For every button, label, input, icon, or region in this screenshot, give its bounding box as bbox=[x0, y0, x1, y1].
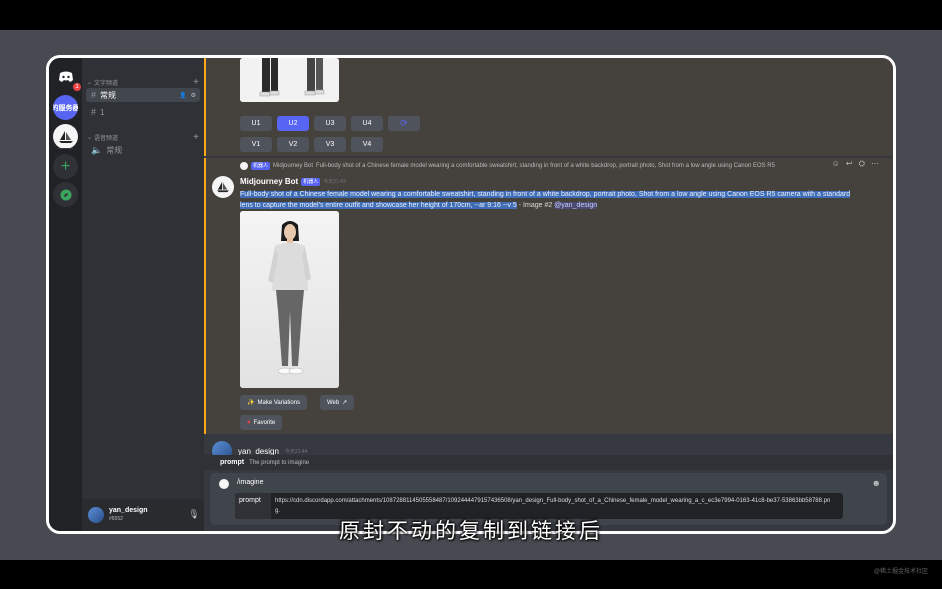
add-channel-icon[interactable]: + bbox=[193, 77, 199, 88]
web-button[interactable]: Web ↗ bbox=[320, 395, 355, 410]
u1-button[interactable]: U1 bbox=[240, 116, 272, 131]
server-rail: 1 的服务器 + bbox=[49, 58, 82, 531]
add-channel-icon[interactable]: + bbox=[193, 132, 199, 143]
chat-area: U1 U2 U3 U4 ⟳ V1 V2 V3 V4 机器人 Midjourney… bbox=[204, 58, 893, 531]
generated-image-grid[interactable] bbox=[240, 58, 339, 102]
apps-icon[interactable]: ⛭ bbox=[859, 159, 865, 169]
message-content: Full-body shot of a Chinese female model… bbox=[240, 191, 851, 209]
explore-servers-icon[interactable] bbox=[53, 182, 78, 207]
upscale-buttons: U1 U2 U3 U4 ⟳ bbox=[240, 116, 420, 131]
add-server-icon[interactable]: + bbox=[53, 154, 78, 179]
hash-icon: # bbox=[91, 90, 97, 100]
server-icon-mine[interactable]: 的服务器 bbox=[53, 95, 78, 120]
user-mention[interactable]: @yan_design bbox=[554, 202, 598, 209]
reroll-icon[interactable]: ⟳ bbox=[388, 116, 420, 131]
command-option-hint: prompt The prompt to imagine bbox=[204, 455, 893, 470]
reply-avatar bbox=[240, 162, 248, 170]
message-timestamp: 今天21:44 bbox=[284, 448, 308, 455]
user-name: yan_design bbox=[109, 507, 148, 514]
v1-button[interactable]: V1 bbox=[240, 137, 272, 152]
make-variations-button[interactable]: ✨ Make Variations bbox=[240, 395, 308, 410]
u3-button[interactable]: U3 bbox=[314, 116, 346, 131]
variation-buttons: V1 V2 V3 V4 bbox=[240, 137, 383, 152]
speaker-icon: 🔈 bbox=[91, 144, 103, 155]
favorite-button[interactable]: ♥ Favorite bbox=[240, 415, 283, 430]
voice-channels-category[interactable]: ⌄ 语音频道 + bbox=[87, 132, 199, 143]
voice-channel-general[interactable]: 🔈 常规 bbox=[86, 143, 200, 157]
server-icon-midjourney[interactable] bbox=[53, 124, 78, 149]
v4-button[interactable]: V4 bbox=[351, 137, 383, 152]
v2-button[interactable]: V2 bbox=[277, 137, 309, 152]
emoji-icon[interactable]: ☻ bbox=[872, 478, 881, 488]
watermark: @稀土掘金技术社区 bbox=[873, 569, 928, 575]
u4-button[interactable]: U4 bbox=[351, 116, 383, 131]
chevron-down-icon: ⌄ bbox=[87, 135, 93, 141]
discord-logo-icon bbox=[58, 71, 73, 82]
external-link-icon: ↗ bbox=[342, 400, 348, 406]
more-icon[interactable]: ⋯ bbox=[871, 159, 879, 169]
notification-badge: 1 bbox=[72, 82, 82, 92]
channel-sidebar: ⌄ 文字频道 + # 常规 👤 ⚙ # 1 ⌄ 语音频道 + 🔈 常规 yan_… bbox=[82, 58, 237, 531]
video-subtitle: 原封不动的复制到链接后 bbox=[339, 519, 603, 543]
message-header: Midjourney Bot 机器人 今天21:43 bbox=[240, 177, 346, 186]
command-app-icon bbox=[219, 479, 229, 489]
sparkle-icon: ✨ bbox=[247, 400, 255, 406]
message-hover-toolbar: ☺ ↩ ⛭ ⋯ bbox=[832, 159, 879, 169]
chevron-down-icon: ⌄ bbox=[87, 80, 93, 86]
channel-general[interactable]: # 常规 👤 ⚙ bbox=[86, 88, 200, 102]
upscaled-image[interactable] bbox=[240, 211, 339, 388]
rail-divider bbox=[58, 148, 73, 149]
message-timestamp: 今天21:43 bbox=[323, 179, 346, 185]
reply-reference[interactable]: 机器人 Midjourney Bot Full-body shot of a C… bbox=[240, 162, 815, 170]
text-channels-category[interactable]: ⌄ 文字频道 + bbox=[87, 77, 199, 88]
channel-1[interactable]: # 1 bbox=[86, 105, 200, 119]
sailboat-icon bbox=[217, 181, 229, 193]
discord-home-button[interactable]: 1 bbox=[53, 64, 82, 92]
invite-icon[interactable]: 👤 bbox=[179, 92, 186, 99]
bot-avatar[interactable] bbox=[212, 176, 234, 198]
v3-button[interactable]: V3 bbox=[314, 137, 346, 152]
settings-gear-icon[interactable]: ⚙ bbox=[191, 92, 196, 99]
u2-button[interactable]: U2 bbox=[277, 116, 309, 131]
bot-badge: 机器人 bbox=[301, 177, 321, 186]
prompt-option-value[interactable]: https://cdn.discordapp.com/attachments/1… bbox=[275, 496, 835, 516]
discord-window: 1 的服务器 + ⌄ 文字频道 + # 常规 👤 ⚙ # 1 bbox=[46, 55, 896, 534]
hash-icon: # bbox=[91, 107, 97, 117]
sailboat-icon bbox=[58, 130, 73, 143]
reply-icon[interactable]: ↩ bbox=[846, 159, 853, 169]
heart-icon: ♥ bbox=[247, 419, 251, 426]
slash-command: /imagine bbox=[237, 479, 264, 486]
author-name[interactable]: Midjourney Bot bbox=[240, 177, 298, 186]
add-reaction-icon[interactable]: ☺ bbox=[832, 159, 840, 169]
